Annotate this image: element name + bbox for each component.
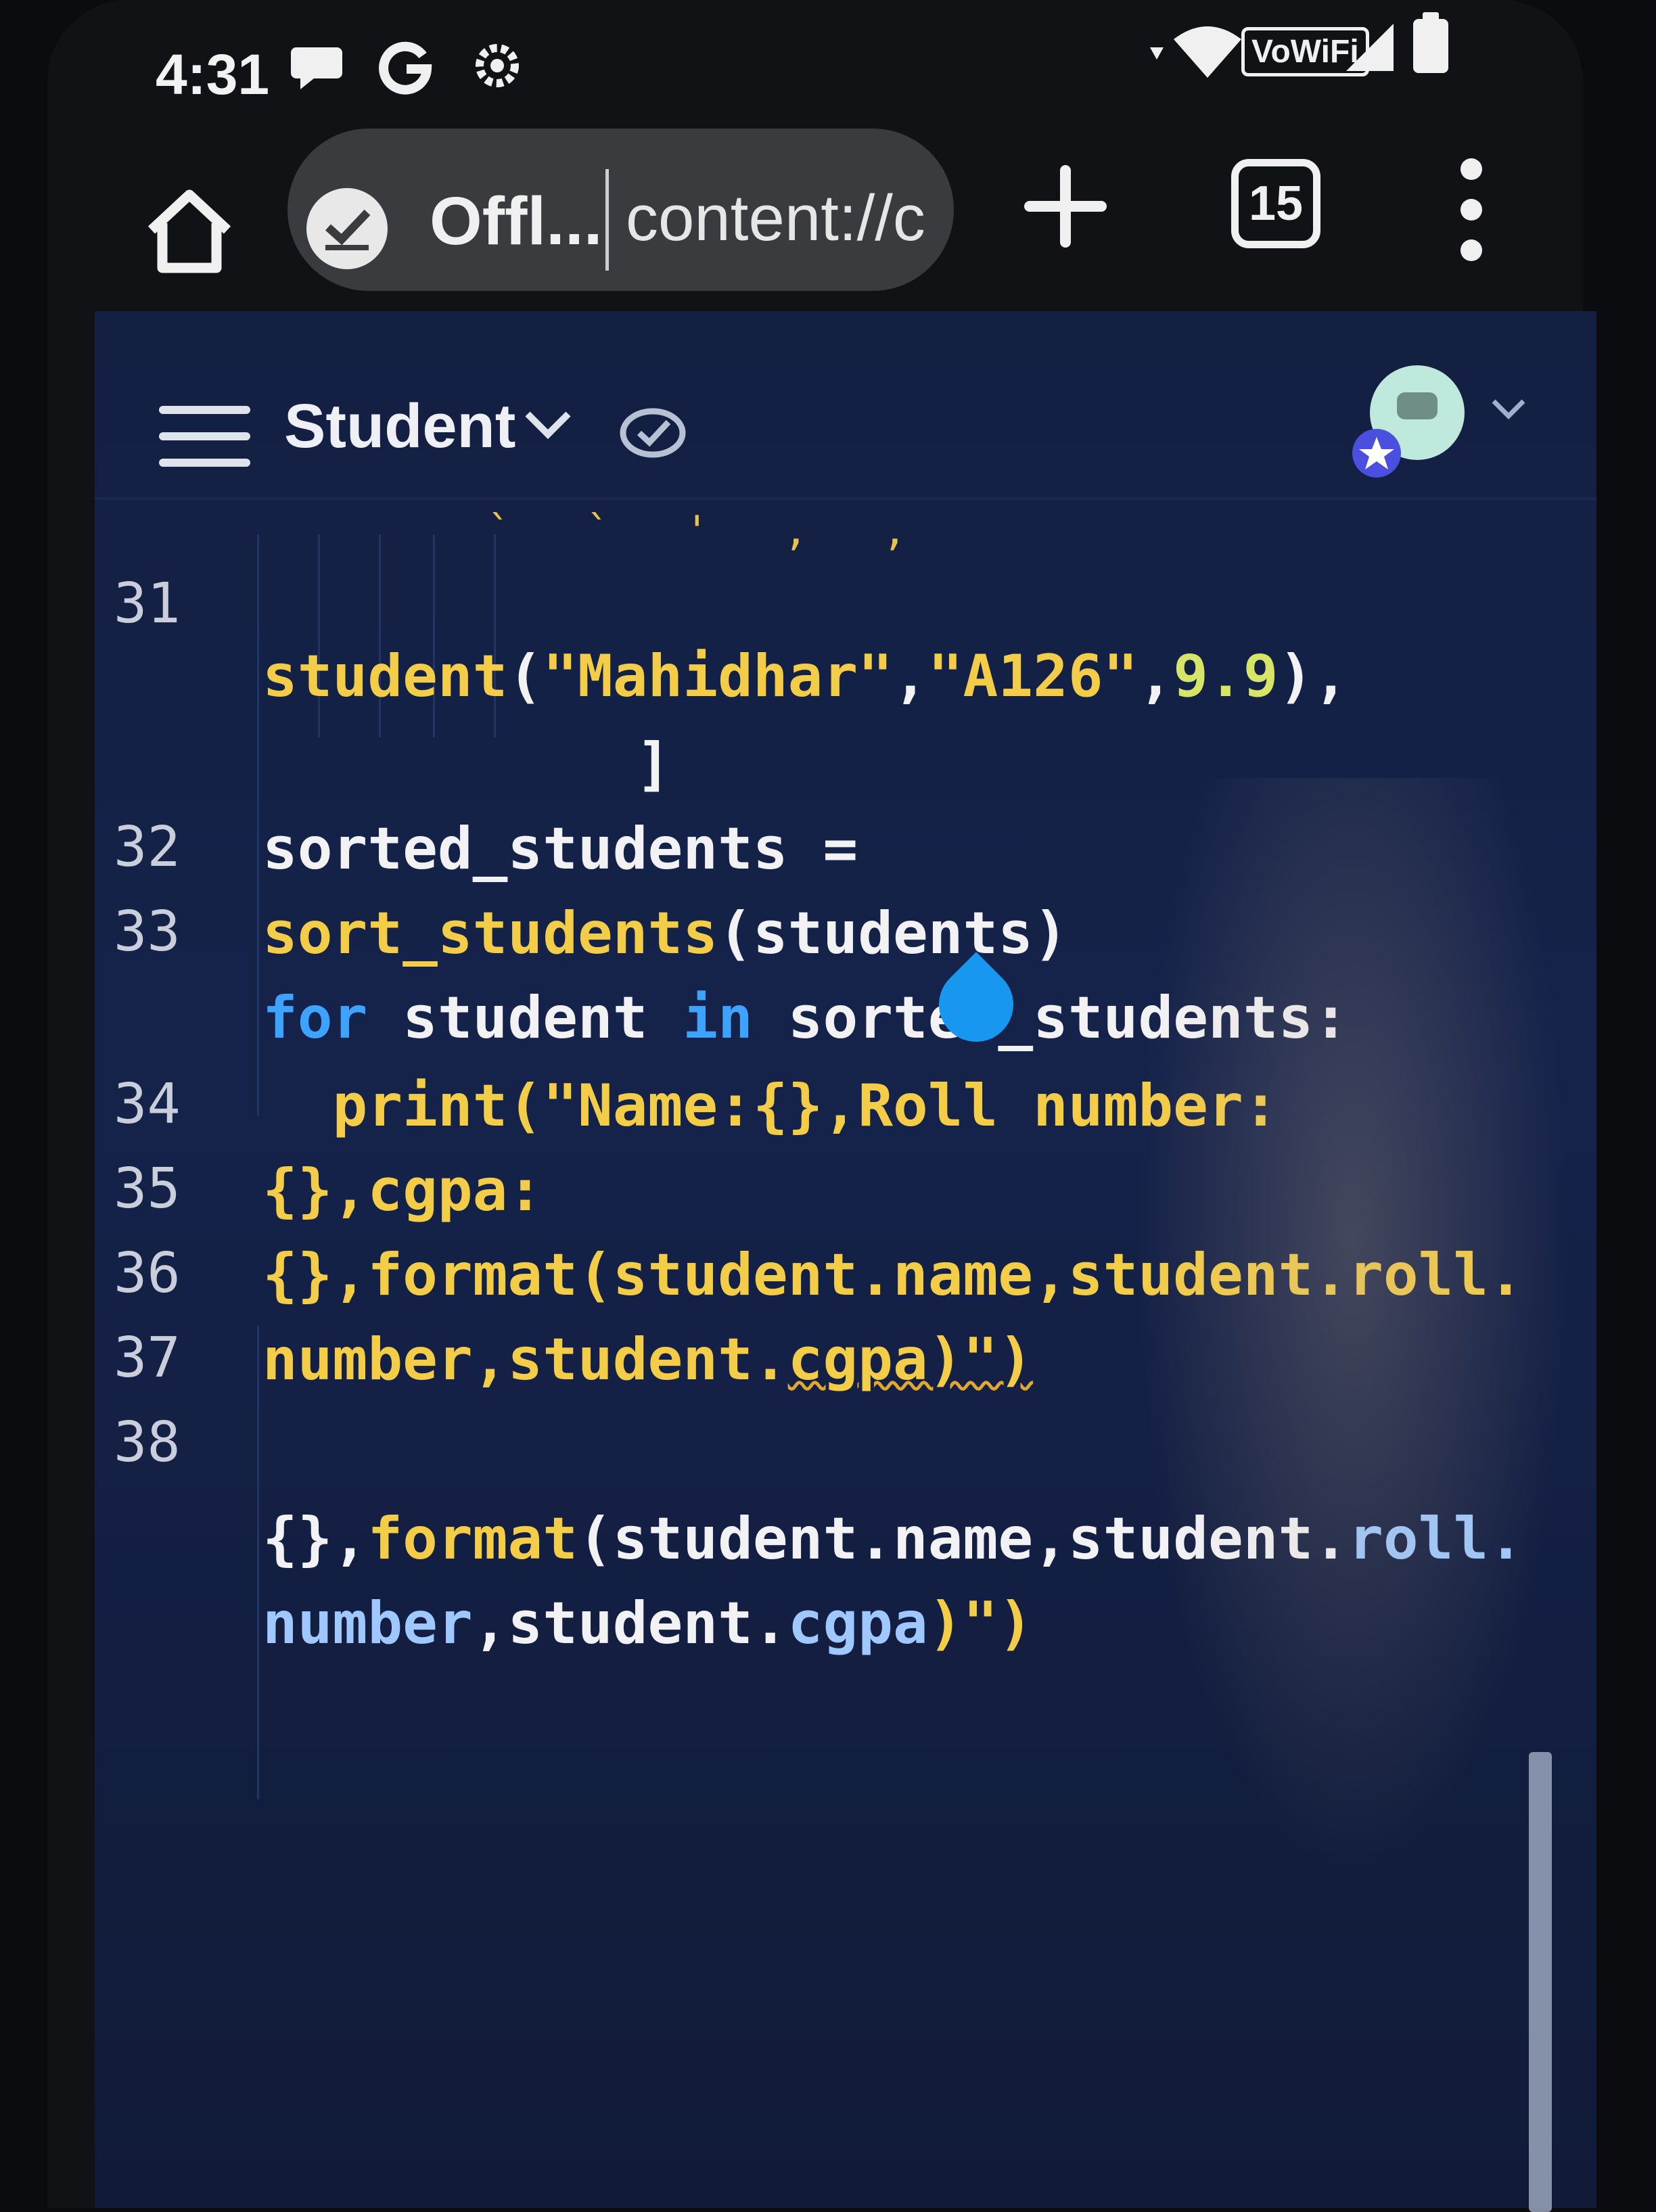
code-token: sorted_students: [752,984,1349,1052]
code-line[interactable]: {},format(student.name,student.roll. [262,1241,1523,1309]
scrollbar-thumb[interactable] [1529,1752,1552,2212]
hamburger-icon[interactable] [159,402,250,470]
cloud-sync-icon[interactable] [616,392,690,467]
code-token: 9.9 [1173,643,1279,710]
file-title[interactable]: Student [284,391,515,462]
line-number: 31 [114,572,181,636]
browser-toolbar: Offl... content://c 15 [0,122,1656,311]
status-time: 4:31 [156,43,270,106]
code-line[interactable]: for student in sorted_students: [262,984,1348,1052]
code-token: for [262,984,368,1052]
code-token: ( [507,643,543,710]
code-line[interactable]: number,student.cgpa)") [262,1326,1033,1393]
code-line[interactable]: number,student.cgpa)") [262,1590,1033,1657]
code-token: {}, [262,1505,368,1573]
settings-icon [476,44,519,87]
status-bar: 4:31 VoWiFi [0,0,1656,122]
code-token: format [367,1505,578,1573]
code-editor: Student ``',, 31 student("Mahidhar","A12… [95,311,1596,2212]
home-icon[interactable] [142,183,237,277]
line-number: 32 [114,815,181,879]
wifi-icon [1150,26,1241,78]
code-line[interactable]: {},format(student.name,student.roll. [262,1505,1523,1573]
code-token: number,student. [262,1326,788,1393]
code-token: roll. [1348,1505,1523,1573]
line-number: 34 [114,1072,181,1136]
code-token: in [683,984,753,1052]
battery-icon [1413,12,1448,73]
code-token: number [262,1590,473,1657]
account-chevron-icon[interactable] [1488,396,1529,423]
code-line[interactable]: sorted_students = [262,815,858,883]
code-token: student [262,643,508,710]
plus-icon[interactable] [1021,162,1109,250]
chat-icon [291,47,342,89]
code-token: (students) [718,900,1068,967]
code-token: ), [1278,643,1349,710]
line-number: 37 [114,1326,181,1390]
chevron-down-icon[interactable] [521,405,575,445]
line-number: 33 [114,900,181,964]
code-token: ,student. [472,1590,788,1657]
address-divider [605,169,609,271]
indent-guide [257,1326,259,1799]
offline-label: Offl... [430,183,603,259]
editor-header: Student [95,311,1596,501]
code-token: , [892,643,928,710]
header-divider [95,497,1596,500]
url-text[interactable]: content://c [626,181,923,256]
code-token: )") [927,1590,1034,1657]
code-token: cgpa [787,1590,928,1657]
code-token-error: cgpa)") [787,1326,1034,1393]
indent-guide [257,534,259,1116]
line-number: 36 [114,1241,181,1306]
address-bar[interactable]: Offl... content://c [288,129,954,291]
code-line[interactable]: print("Name:{},Roll number: [262,1072,1279,1140]
code-token: "Mahidhar" [543,643,893,710]
code-line[interactable]: sort_students(students) [262,900,1068,967]
code-token: sort_students [262,900,718,967]
google-icon [379,41,432,95]
line-number: 38 [114,1410,181,1475]
signal-icon [1346,24,1394,71]
offline-check-icon[interactable] [306,188,388,269]
code-token: "A126" [927,643,1138,710]
avatar[interactable] [1350,359,1471,480]
more-vert-icon[interactable] [1448,152,1495,267]
clipped-code-row: ``',, [487,507,982,555]
tab-switcher-button[interactable]: 15 [1231,159,1320,248]
code-line[interactable]: student("Mahidhar","A126",9.9), [262,643,1348,710]
code-token: , [1138,643,1174,710]
code-token: (student.name,student. [578,1505,1349,1573]
code-line[interactable]: ] [636,731,671,798]
code-token: student [367,984,683,1052]
code-line[interactable]: {},cgpa: [262,1157,543,1224]
line-number: 35 [114,1157,181,1221]
